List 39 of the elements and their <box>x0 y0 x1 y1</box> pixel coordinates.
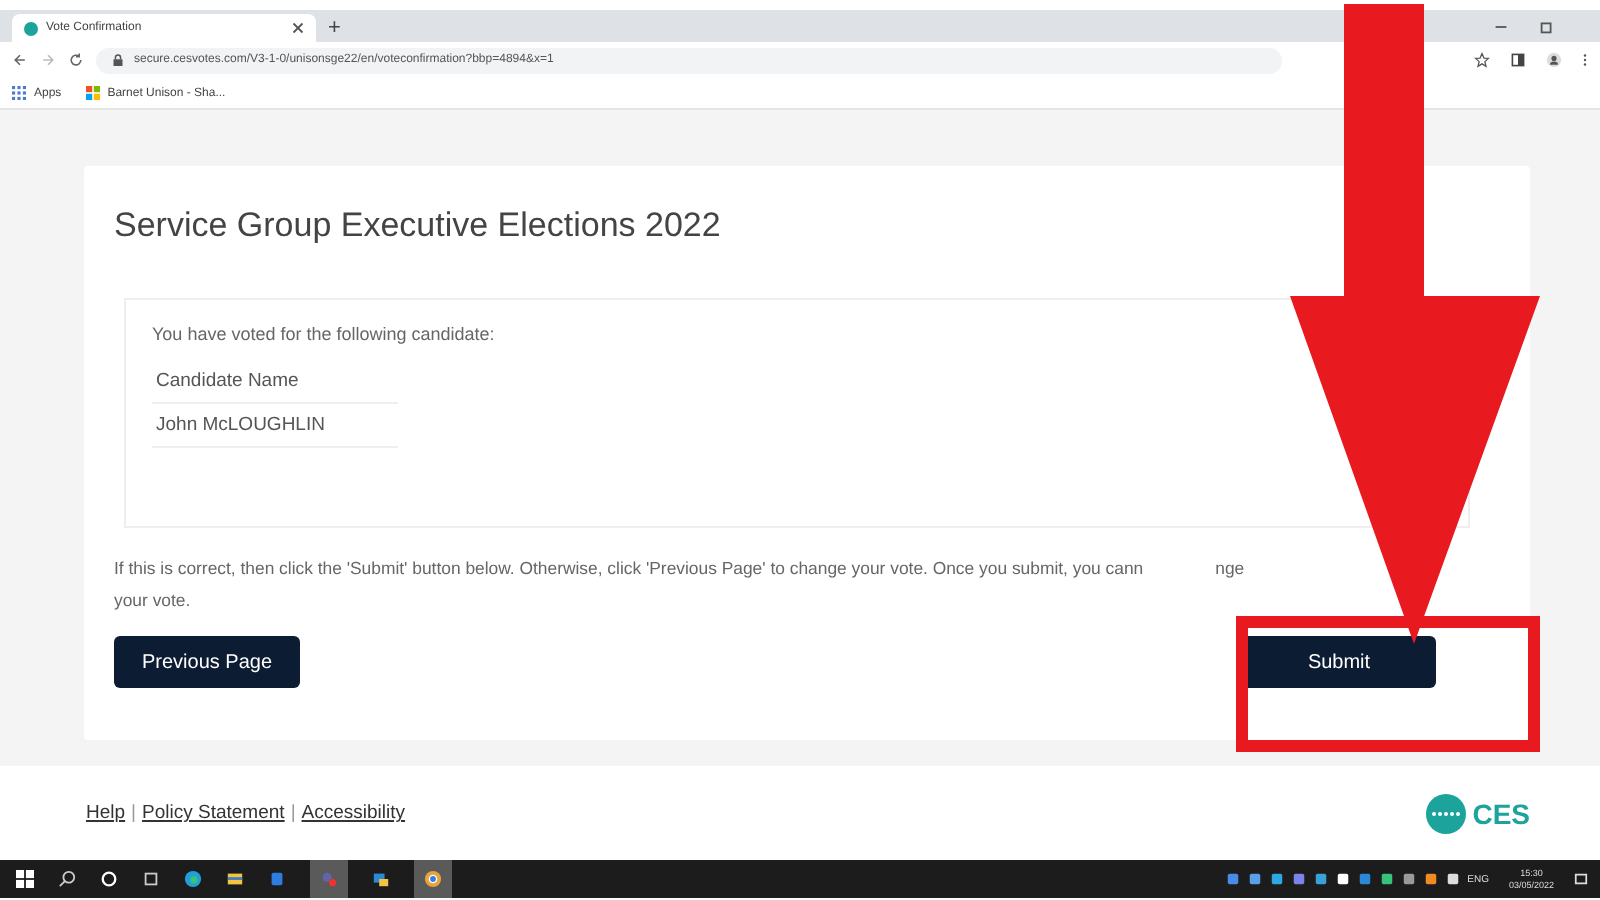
site-icon <box>24 21 38 35</box>
profile-icon[interactable] <box>1546 52 1562 68</box>
search-icon[interactable] <box>58 870 76 888</box>
page-title: Service Group Executive Elections 2022 <box>114 206 723 246</box>
restore-icon[interactable] <box>1538 17 1556 35</box>
folder-icon[interactable] <box>226 870 244 888</box>
back-icon[interactable] <box>12 52 28 68</box>
footer-link[interactable]: Help <box>86 802 126 824</box>
logo-icon <box>1426 793 1467 833</box>
menu-icon[interactable] <box>1582 52 1588 68</box>
table-cell: John McLOUGHLIN <box>152 404 398 448</box>
column-header: Candidate Name <box>152 360 398 404</box>
close-icon[interactable] <box>292 22 304 34</box>
app-icon[interactable] <box>372 870 390 888</box>
intro-text: You have voted for the following candidate: <box>152 324 497 344</box>
star-icon[interactable] <box>1474 52 1490 68</box>
separator: | <box>290 802 296 824</box>
circle-icon[interactable] <box>100 870 118 888</box>
footer-link[interactable]: Accessibility <box>301 802 406 824</box>
submit-button[interactable]: Submit <box>1242 636 1436 688</box>
reload-icon[interactable] <box>68 52 84 68</box>
task-view-icon[interactable] <box>142 870 160 888</box>
windows-icon[interactable] <box>16 870 34 888</box>
lock-icon <box>112 54 124 66</box>
instruction-text: If this is correct, then click the 'Submit' button below. Otherwise, click 'Previous Page' to change your vote. Once you submit, you cann <box>114 558 1144 578</box>
logo-text: CES <box>1472 797 1530 829</box>
instruction-text: nge <box>1215 558 1245 578</box>
app-icon[interactable] <box>268 870 286 888</box>
footer-link[interactable]: Policy Statement <box>142 802 285 824</box>
notification-icon[interactable] <box>1574 872 1588 886</box>
tiles-icon <box>85 86 100 100</box>
instruction-text: your vote. <box>114 590 191 610</box>
browser-icon[interactable] <box>184 870 202 888</box>
new-tab-button[interactable]: + <box>328 14 341 42</box>
apps-grid-icon <box>12 86 26 100</box>
chrome-icon[interactable] <box>424 870 442 888</box>
previous-page-button[interactable]: Previous Page <box>114 636 301 688</box>
sidebar-icon[interactable] <box>1510 52 1526 68</box>
separator: | <box>131 802 137 824</box>
